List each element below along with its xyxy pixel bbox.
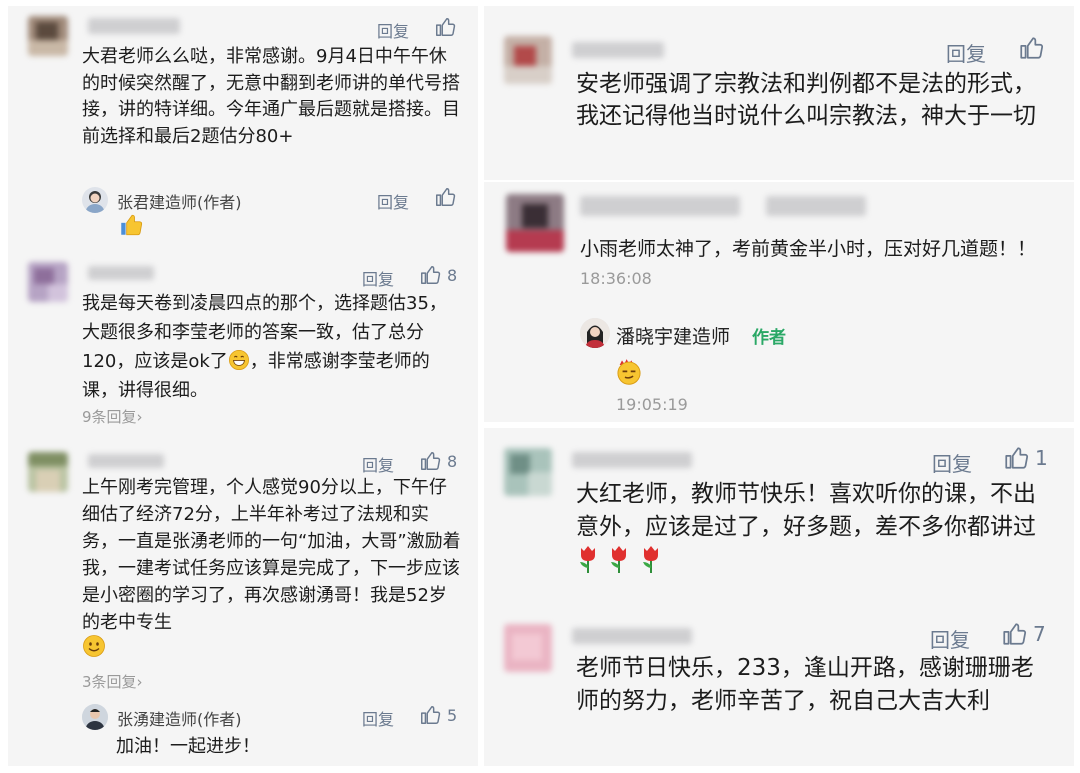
comment-text: 老师节日快乐，233，逢山开路，感谢珊珊老师的努力，老师辛苦了，祝自己大吉大利 bbox=[576, 655, 1034, 714]
commenter-avatar[interactable] bbox=[504, 448, 552, 496]
right-comment-panel-middle: 小雨老师太神了，考前黄金半小时，压对好几道题！！ 18:36:08 潘晓宇建造师… bbox=[484, 182, 1074, 422]
smug-face-emoji bbox=[617, 359, 641, 385]
like-count: 8 bbox=[447, 451, 458, 471]
reply-button[interactable]: 回复 bbox=[930, 624, 970, 653]
thumbs-up-icon bbox=[421, 706, 441, 724]
comment-text: 上午刚考完管理，个人感觉90分以上，下午仔细估了经济72分，上半年补考过了法规和… bbox=[82, 477, 461, 633]
commenter-name-blurred bbox=[88, 266, 154, 280]
chevron-right-icon: › bbox=[136, 408, 143, 426]
author-badge: 作者 bbox=[752, 328, 786, 348]
commenter-name-blurred bbox=[88, 18, 180, 34]
reply-time: 19:05:19 bbox=[616, 395, 688, 414]
tulip-emoji bbox=[642, 546, 658, 573]
commenter-avatar[interactable] bbox=[504, 624, 552, 672]
replies-count: 3条回复 bbox=[82, 673, 137, 691]
like-count: 1 bbox=[1035, 446, 1048, 470]
like-button[interactable]: 1 bbox=[1003, 445, 1048, 471]
reply-button[interactable]: 回复 bbox=[362, 266, 394, 290]
author-avatar[interactable] bbox=[82, 187, 108, 213]
commenter-avatar[interactable] bbox=[28, 452, 68, 492]
commenter-name-blurred bbox=[88, 454, 164, 468]
replies-count-link[interactable]: 9条回复› bbox=[82, 406, 143, 427]
smiling-face-emoji bbox=[83, 635, 105, 657]
commenter-name-blurred bbox=[572, 628, 692, 644]
comment-text: 我是每天卷到凌晨四点的那个，选择题估35，大题很多和李莹老师的答案一致，估了总分… bbox=[82, 289, 462, 405]
right-comment-panel-bottom: 回复 1 大红老师，教师节快乐！喜欢听你的课，不出意外，应该是过了，好多题，差不… bbox=[484, 428, 1074, 766]
right-comment-panel-top: 回复 安老师强调了宗教法和判例都不是法的形式，我还记得他当时说什么叫宗教法，神大… bbox=[484, 6, 1074, 180]
author-avatar[interactable] bbox=[82, 704, 108, 730]
commenter-name-blurred bbox=[580, 196, 740, 216]
left-comment-panel: 回复 大君老师么么哒，非常感谢。9月4日中午午休的时候突然醒了，无意中翻到老师讲… bbox=[8, 6, 478, 766]
like-button[interactable]: 7 bbox=[1001, 621, 1046, 647]
like-count: 8 bbox=[447, 265, 458, 285]
thumbs-up-icon bbox=[421, 266, 441, 284]
comment-time: 18:36:08 bbox=[580, 269, 652, 288]
like-button[interactable] bbox=[1018, 35, 1044, 61]
tulip-emoji bbox=[580, 546, 595, 573]
author-avatar[interactable] bbox=[580, 318, 610, 348]
thumbs-up-icon bbox=[1020, 37, 1044, 59]
like-button[interactable] bbox=[434, 186, 456, 208]
author-name[interactable]: 张君建造师(作者) bbox=[117, 189, 242, 213]
thumbs-up-icon bbox=[421, 452, 441, 470]
thumbs-up-icon bbox=[436, 18, 456, 36]
reply-button[interactable]: 回复 bbox=[362, 706, 394, 730]
like-button[interactable]: 8 bbox=[419, 264, 457, 286]
comment-text: 小雨老师太神了，考前黄金半小时，压对好几道题！！ bbox=[580, 238, 1037, 260]
commenter-name-blurred bbox=[572, 42, 664, 58]
thumbs-up-icon bbox=[1003, 623, 1027, 645]
reply-button[interactable]: 回复 bbox=[932, 448, 972, 477]
tulip-emoji bbox=[611, 546, 627, 573]
like-button[interactable]: 8 bbox=[419, 450, 457, 472]
commenter-avatar[interactable] bbox=[28, 16, 68, 56]
commenter-avatar[interactable] bbox=[28, 262, 68, 302]
replies-count-link[interactable]: 3条回复› bbox=[82, 671, 143, 692]
commenter-info-blurred bbox=[766, 196, 866, 216]
thumbs-up-emoji bbox=[121, 214, 143, 236]
chevron-right-icon: › bbox=[136, 673, 143, 691]
thumbs-up-icon bbox=[436, 188, 456, 206]
like-button[interactable]: 5 bbox=[419, 704, 457, 726]
comment-text: 安老师强调了宗教法和判例都不是法的形式，我还记得他当时说什么叫宗教法，神大于一切 bbox=[576, 71, 1036, 129]
comment-text: 大红老师，教师节快乐！喜欢听你的课，不出意外，应该是过了，好多题，差不多你都讲过 bbox=[576, 478, 1056, 578]
thumbs-up-icon bbox=[1005, 447, 1029, 469]
commenter-name-blurred bbox=[572, 452, 692, 468]
grinning-face-emoji bbox=[228, 350, 249, 370]
commenter-avatar[interactable] bbox=[506, 194, 564, 252]
comment-text-part: 大红老师，教师节快乐！喜欢听你的课，不出意外，应该是过了，好多题，差不多你都讲过 bbox=[576, 481, 1036, 540]
like-button[interactable] bbox=[434, 16, 456, 38]
reply-button[interactable]: 回复 bbox=[377, 189, 409, 213]
author-name[interactable]: 潘晓宇建造师 bbox=[616, 322, 730, 349]
author-name[interactable]: 张湧建造师(作者) bbox=[117, 706, 242, 730]
author-reply-text: 加油！一起进步！ bbox=[116, 736, 260, 757]
reply-button[interactable]: 回复 bbox=[377, 18, 409, 42]
reply-button[interactable]: 回复 bbox=[946, 38, 986, 67]
reply-button[interactable]: 回复 bbox=[362, 452, 394, 476]
like-count: 5 bbox=[447, 705, 458, 725]
replies-count: 9条回复 bbox=[82, 408, 137, 426]
commenter-avatar[interactable] bbox=[504, 36, 552, 84]
like-count: 7 bbox=[1033, 622, 1046, 646]
comment-text: 大君老师么么哒，非常感谢。9月4日中午午休的时候突然醒了，无意中翻到老师讲的单代… bbox=[82, 46, 460, 147]
